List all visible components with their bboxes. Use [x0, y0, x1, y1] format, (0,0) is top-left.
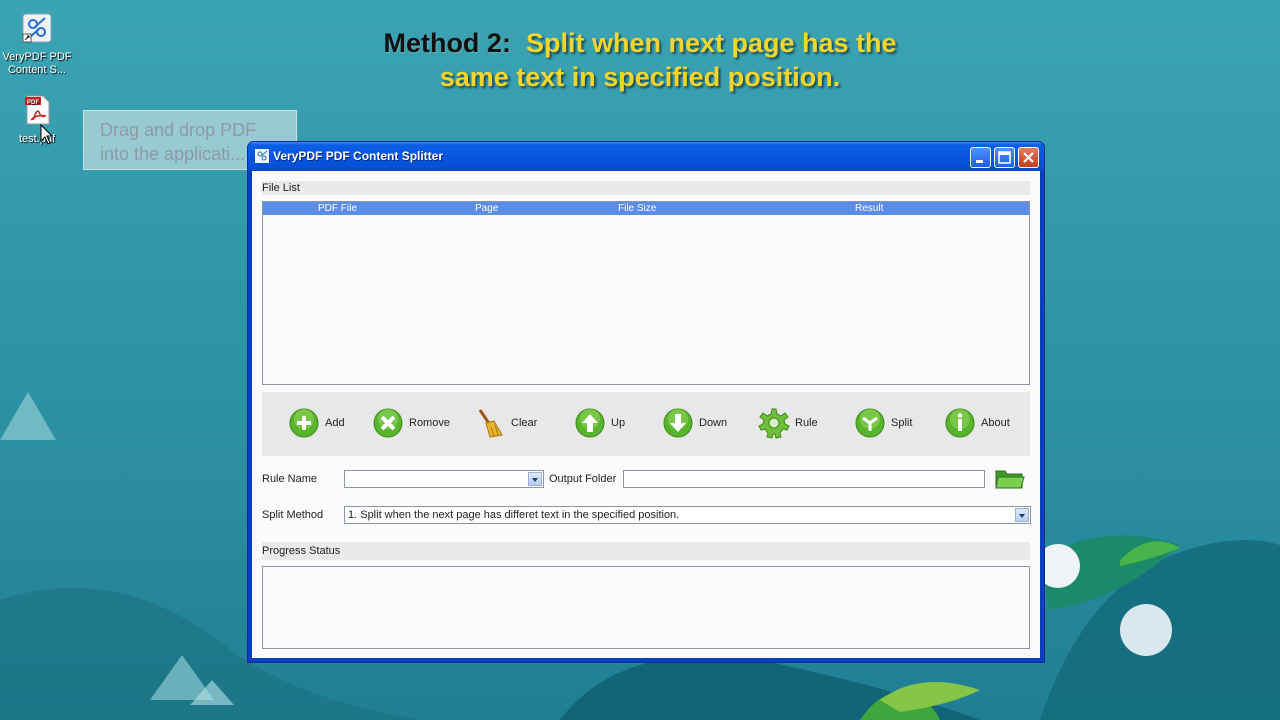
caption-method-label: Method 2:: [383, 28, 511, 58]
desktop-icon-test-pdf[interactable]: PDF test.pdf: [0, 94, 74, 146]
remove-label: Romove: [409, 417, 450, 429]
add-button[interactable]: Add: [288, 406, 345, 440]
gear-icon: [758, 408, 790, 439]
tutorial-caption: Method 2: Split when next page has the s…: [0, 26, 1280, 94]
mouse-cursor-icon: [40, 124, 54, 145]
app-title-icon: [255, 149, 269, 163]
add-label: Add: [325, 417, 345, 429]
arrow-down-icon: [663, 408, 693, 438]
svg-text:PDF: PDF: [27, 100, 39, 106]
window-client-area: File List PDF File Page File Size Result…: [252, 171, 1040, 658]
maximize-icon: [998, 151, 1011, 164]
about-label: About: [981, 417, 1010, 429]
file-list-header: PDF File Page File Size Result: [263, 202, 1029, 215]
broom-icon: [478, 409, 503, 438]
column-header-result[interactable]: Result: [855, 202, 883, 215]
progress-status-heading: Progress Status: [262, 542, 1030, 560]
split-icon: [855, 408, 885, 438]
pdf-file-icon: PDF: [25, 95, 50, 125]
rule-name-select[interactable]: [344, 470, 544, 488]
split-method-value: 1. Split when the next page has differet…: [348, 509, 680, 521]
output-folder-label: Output Folder: [549, 473, 617, 485]
output-folder-input[interactable]: [623, 470, 985, 488]
clear-button[interactable]: Clear: [474, 406, 537, 440]
split-method-select[interactable]: 1. Split when the next page has differet…: [344, 506, 1031, 524]
close-button[interactable]: [1018, 147, 1039, 168]
rule-name-label: Rule Name: [262, 473, 318, 485]
app-window: VeryPDF PDF Content Splitter File List P…: [247, 141, 1045, 663]
progress-status-box: [262, 566, 1030, 649]
info-icon: [945, 408, 975, 438]
maximize-button[interactable]: [994, 147, 1015, 168]
about-button[interactable]: About: [944, 406, 1010, 440]
chevron-down-icon[interactable]: [1015, 508, 1029, 522]
desktop-icon-label: test.pdf: [18, 133, 56, 145]
minimize-button[interactable]: [970, 147, 991, 168]
split-label: Split: [891, 417, 913, 429]
add-icon: [289, 408, 319, 438]
down-button[interactable]: Down: [662, 406, 727, 440]
chevron-down-icon[interactable]: [528, 472, 542, 486]
rule-label: Rule: [795, 417, 818, 429]
column-header-file-size[interactable]: File Size: [618, 202, 656, 215]
minimize-icon: [976, 160, 983, 163]
column-header-pdf-file[interactable]: PDF File: [318, 202, 357, 215]
close-icon: [1023, 152, 1034, 163]
rule-button[interactable]: Rule: [758, 406, 818, 440]
file-list-table[interactable]: PDF File Page File Size Result: [262, 201, 1030, 385]
clear-label: Clear: [511, 417, 538, 429]
folder-icon[interactable]: [995, 468, 1025, 490]
file-list-heading: File List: [262, 181, 1030, 195]
column-header-page[interactable]: Page: [475, 202, 498, 215]
split-method-label: Split Method: [262, 509, 324, 521]
up-label: Up: [611, 417, 626, 429]
arrow-up-icon: [575, 408, 605, 438]
up-button[interactable]: Up: [574, 406, 625, 440]
toolbar: Add Romove Clear Up Down Rule Split Abou…: [262, 392, 1030, 456]
title-bar[interactable]: VeryPDF PDF Content Splitter: [248, 142, 1044, 171]
remove-button[interactable]: Romove: [372, 406, 450, 440]
window-title: VeryPDF PDF Content Splitter: [273, 149, 444, 163]
down-label: Down: [699, 417, 728, 429]
remove-icon: [373, 408, 403, 438]
split-button[interactable]: Split: [854, 406, 912, 440]
